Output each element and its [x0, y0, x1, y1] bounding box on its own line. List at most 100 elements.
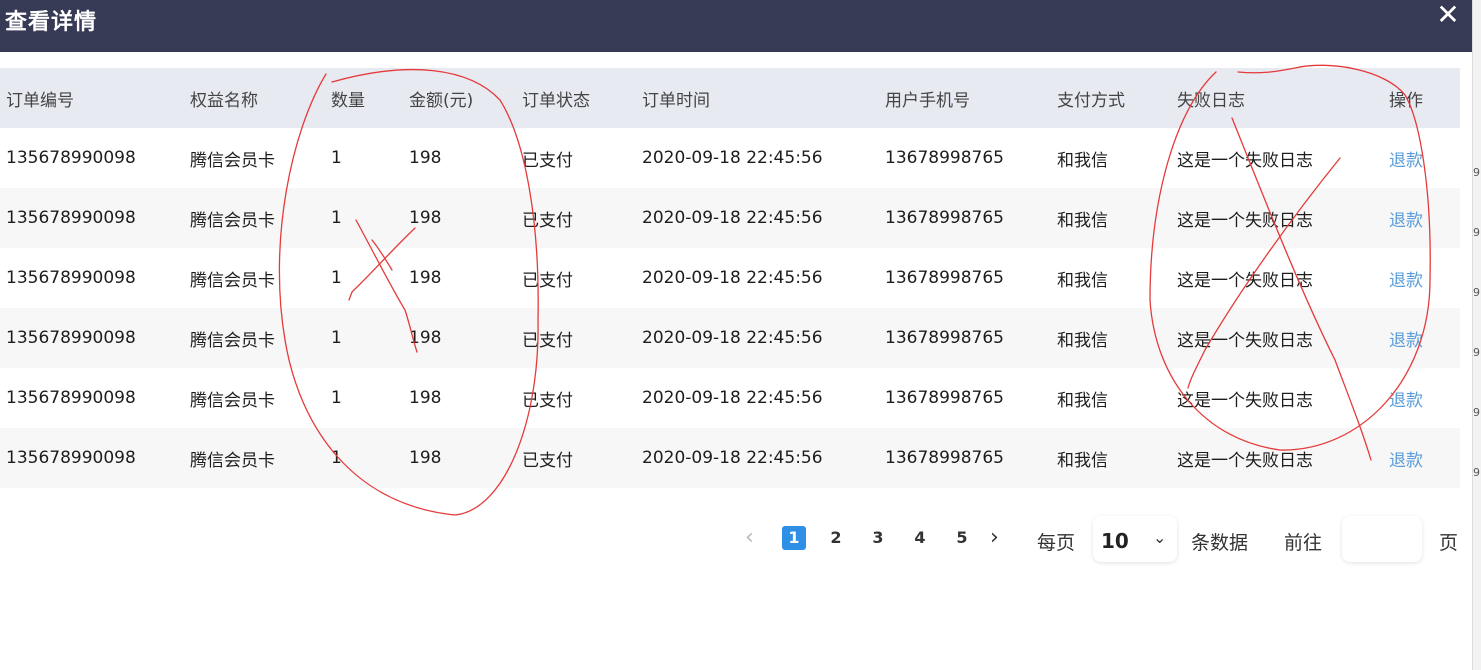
page-size-value: 10	[1101, 529, 1129, 553]
page-button-1[interactable]: 1	[782, 526, 806, 550]
order-id-cell: 135678990098	[0, 128, 184, 188]
column-header-phone: 用户手机号	[879, 68, 1051, 128]
quantity-cell: 1	[325, 308, 403, 368]
chevron-right-icon[interactable]: ›	[990, 526, 999, 550]
per-page-label: 每页	[1037, 532, 1076, 554]
payment-method-cell: 和我信	[1051, 308, 1171, 368]
column-header-amount: 金额(元)	[403, 68, 516, 128]
order-status-cell: 已支付	[516, 308, 636, 368]
page-button-2[interactable]: 2	[824, 526, 848, 550]
failure-log-cell: 这是一个失败日志	[1171, 248, 1383, 308]
phone-cell: 13678998765	[879, 308, 1051, 368]
action-cell: 退款	[1383, 428, 1460, 488]
order-id-cell: 135678990098	[0, 368, 184, 428]
payment-method-cell: 和我信	[1051, 128, 1171, 188]
pagination: ‹ 1 2 3 4 5 › 每页 10 ⌄ 条数据 前往 页	[740, 512, 1465, 564]
payment-method-cell: 和我信	[1051, 188, 1171, 248]
order-time-cell: 2020-09-18 22:45:56	[636, 248, 879, 308]
action-cell: 退款	[1383, 188, 1460, 248]
refund-link[interactable]: 退款	[1389, 391, 1423, 411]
phone-cell: 13678998765	[879, 248, 1051, 308]
refund-link[interactable]: 退款	[1389, 211, 1423, 231]
order-id-cell: 135678990098	[0, 428, 184, 488]
payment-method-cell: 和我信	[1051, 248, 1171, 308]
order-time-cell: 2020-09-18 22:45:56	[636, 428, 879, 488]
column-header-benefit-name: 权益名称	[184, 68, 325, 128]
records-label: 条数据	[1191, 532, 1249, 554]
action-cell: 退款	[1383, 128, 1460, 188]
action-cell: 退款	[1383, 248, 1460, 308]
failure-log-cell: 这是一个失败日志	[1171, 308, 1383, 368]
action-cell: 退款	[1383, 308, 1460, 368]
amount-cell: 198	[403, 308, 516, 368]
page-button-4[interactable]: 4	[908, 526, 932, 550]
failure-log-cell: 这是一个失败日志	[1171, 128, 1383, 188]
page-button-5[interactable]: 5	[950, 526, 974, 550]
order-status-cell: 已支付	[516, 188, 636, 248]
table-row: 135678990098 腾信会员卡 1 198 已支付 2020-09-18 …	[0, 248, 1460, 308]
amount-cell: 198	[403, 188, 516, 248]
order-time-cell: 2020-09-18 22:45:56	[636, 188, 879, 248]
order-status-cell: 已支付	[516, 428, 636, 488]
phone-cell: 13678998765	[879, 428, 1051, 488]
failure-log-cell: 这是一个失败日志	[1171, 188, 1383, 248]
benefit-name-cell: 腾信会员卡	[184, 188, 325, 248]
refund-link[interactable]: 退款	[1389, 151, 1423, 171]
order-id-cell: 135678990098	[0, 248, 184, 308]
order-id-cell: 135678990098	[0, 188, 184, 248]
order-table: 订单编号 权益名称 数量 金额(元) 订单状态 订单时间 用户手机号 支付方式 …	[0, 68, 1460, 488]
order-id-cell: 135678990098	[0, 308, 184, 368]
quantity-cell: 1	[325, 248, 403, 308]
phone-cell: 13678998765	[879, 128, 1051, 188]
phone-cell: 13678998765	[879, 188, 1051, 248]
dialog-title: 查看详情	[5, 10, 98, 35]
benefit-name-cell: 腾信会员卡	[184, 248, 325, 308]
benefit-name-cell: 腾信会员卡	[184, 128, 325, 188]
quantity-cell: 1	[325, 368, 403, 428]
table-row: 135678990098 腾信会员卡 1 198 已支付 2020-09-18 …	[0, 188, 1460, 248]
refund-link[interactable]: 退款	[1389, 451, 1423, 471]
order-status-cell: 已支付	[516, 368, 636, 428]
amount-cell: 198	[403, 248, 516, 308]
table-row: 135678990098 腾信会员卡 1 198 已支付 2020-09-18 …	[0, 428, 1460, 488]
action-cell: 退款	[1383, 368, 1460, 428]
refund-link[interactable]: 退款	[1389, 331, 1423, 351]
column-header-order-id: 订单编号	[0, 68, 184, 128]
amount-cell: 198	[403, 428, 516, 488]
table-row: 135678990098 腾信会员卡 1 198 已支付 2020-09-18 …	[0, 368, 1460, 428]
order-time-cell: 2020-09-18 22:45:56	[636, 308, 879, 368]
payment-method-cell: 和我信	[1051, 428, 1171, 488]
background-window-edge: 9 9 9 9 9 9	[1472, 0, 1481, 670]
benefit-name-cell: 腾信会员卡	[184, 308, 325, 368]
dialog-header: 查看详情 ✕	[0, 0, 1472, 52]
chevron-down-icon: ⌄	[1153, 528, 1167, 547]
close-icon[interactable]: ✕	[1430, 0, 1466, 32]
page-suffix-label: 页	[1439, 532, 1459, 554]
table-header-row: 订单编号 权益名称 数量 金额(元) 订单状态 订单时间 用户手机号 支付方式 …	[0, 68, 1460, 128]
column-header-payment-method: 支付方式	[1051, 68, 1171, 128]
page-size-select[interactable]: 10 ⌄	[1093, 516, 1177, 562]
table-row: 135678990098 腾信会员卡 1 198 已支付 2020-09-18 …	[0, 308, 1460, 368]
chevron-left-icon[interactable]: ‹	[745, 526, 754, 550]
goto-page-input[interactable]	[1342, 516, 1422, 562]
column-header-failure-log: 失败日志	[1171, 68, 1383, 128]
failure-log-cell: 这是一个失败日志	[1171, 428, 1383, 488]
order-time-cell: 2020-09-18 22:45:56	[636, 128, 879, 188]
quantity-cell: 1	[325, 128, 403, 188]
refund-link[interactable]: 退款	[1389, 271, 1423, 291]
column-header-action: 操作	[1383, 68, 1460, 128]
page-button-3[interactable]: 3	[866, 526, 890, 550]
payment-method-cell: 和我信	[1051, 368, 1171, 428]
quantity-cell: 1	[325, 428, 403, 488]
order-time-cell: 2020-09-18 22:45:56	[636, 368, 879, 428]
failure-log-cell: 这是一个失败日志	[1171, 368, 1383, 428]
column-header-order-time: 订单时间	[636, 68, 879, 128]
benefit-name-cell: 腾信会员卡	[184, 368, 325, 428]
amount-cell: 198	[403, 368, 516, 428]
quantity-cell: 1	[325, 188, 403, 248]
amount-cell: 198	[403, 128, 516, 188]
order-status-cell: 已支付	[516, 128, 636, 188]
benefit-name-cell: 腾信会员卡	[184, 428, 325, 488]
table-row: 135678990098 腾信会员卡 1 198 已支付 2020-09-18 …	[0, 128, 1460, 188]
goto-label: 前往	[1284, 532, 1323, 554]
